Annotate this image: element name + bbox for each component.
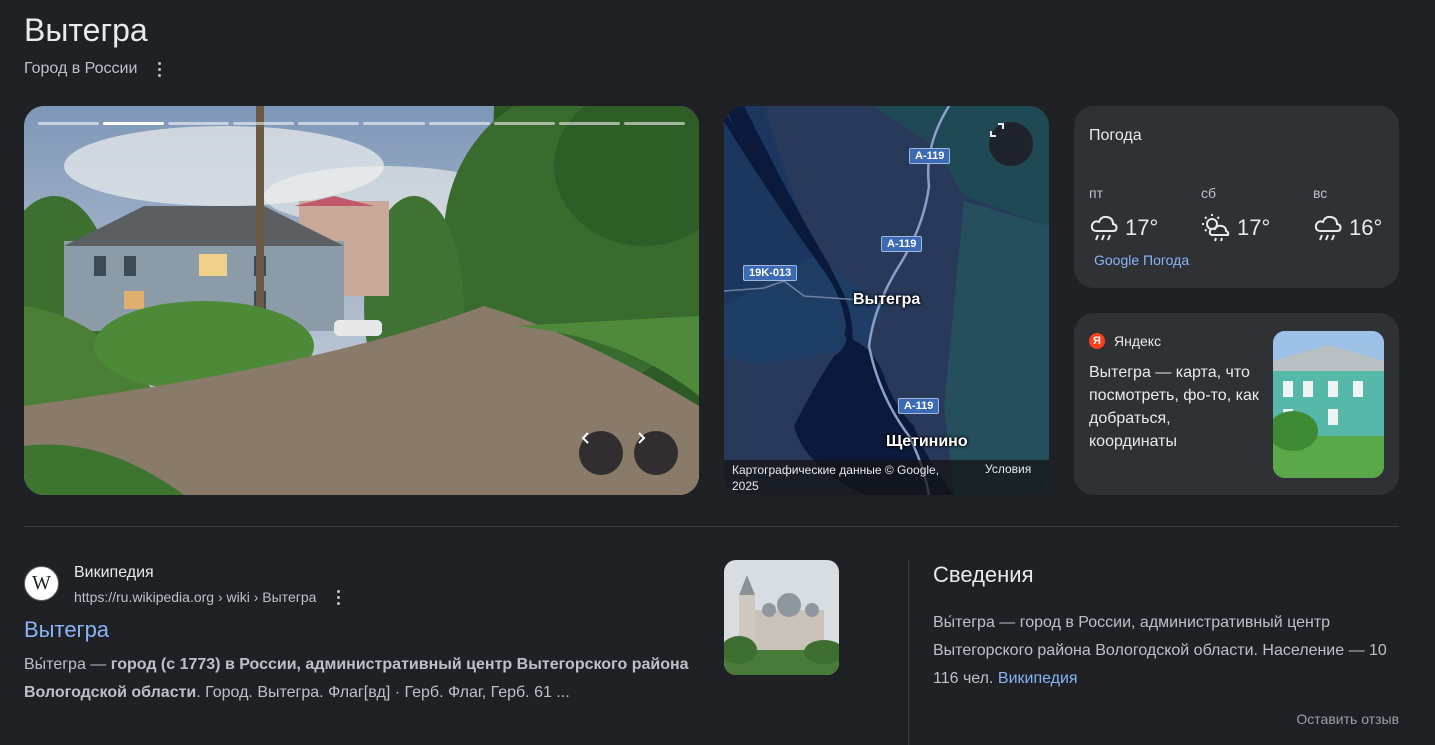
- rain-cloud-icon: [1090, 215, 1118, 241]
- slide-indicator: [493, 122, 555, 125]
- section-divider: [24, 526, 1399, 527]
- yandex-card[interactable]: Я Яндекс Вытегра — карта, что посмотреть…: [1074, 313, 1399, 495]
- slide-indicator: [38, 122, 100, 125]
- page-subtitle: Город в России: [24, 60, 167, 78]
- slide-indicator: [298, 122, 360, 125]
- house-image: [1273, 331, 1384, 478]
- slide-indicator: [168, 122, 230, 125]
- snippet-tail: . Город. Вытегра. Флаг[вд] · Герб. Флаг,…: [196, 684, 570, 701]
- next-photo-button[interactable]: [634, 431, 678, 475]
- yandex-headline[interactable]: Вытегра — карта, что посмотреть, фо-то, …: [1089, 361, 1259, 453]
- page-title: Вытегра: [24, 12, 148, 48]
- result-title-link[interactable]: Вытегра: [24, 617, 109, 643]
- feedback-link[interactable]: Оставить отзыв: [1296, 711, 1399, 727]
- road-badge: A-119: [898, 398, 940, 414]
- expand-icon: [990, 123, 1004, 137]
- road-badge: A-119: [909, 148, 951, 164]
- wikipedia-logo-icon: W: [24, 566, 59, 601]
- weather-day-name: сб: [1201, 185, 1217, 201]
- map-label-vytegra: Вытегра: [853, 291, 921, 308]
- weather-day: вс 16°: [1313, 185, 1413, 241]
- map-terms-link[interactable]: Условия: [985, 462, 1031, 476]
- column-divider: [908, 560, 909, 745]
- weather-day-name: вс: [1313, 185, 1328, 201]
- road-badge: A-119: [881, 236, 923, 252]
- weather-temp: 17°: [1125, 215, 1159, 240]
- yandex-name: Яндекс: [1114, 333, 1162, 349]
- weather-day-name: пт: [1089, 185, 1103, 201]
- sun-cloud-rain-icon: [1202, 214, 1230, 242]
- road-badge: 19K-013: [743, 265, 798, 281]
- result-thumbnail[interactable]: [724, 560, 839, 675]
- rain-cloud-icon: [1314, 215, 1342, 241]
- map-copyright: Картографические данные © Google, 2025: [732, 463, 940, 493]
- result-url: https://ru.wikipedia.org › wiki › Вытегр…: [74, 589, 346, 605]
- slide-indicator: [428, 122, 490, 125]
- result-snippet: Вы́тегра — город (с 1773) в России, адми…: [24, 651, 694, 707]
- previous-photo-button[interactable]: [579, 431, 623, 475]
- slide-indicator: [363, 122, 425, 125]
- info-source-link[interactable]: Википедия: [998, 670, 1078, 687]
- slide-indicator: [103, 122, 165, 125]
- weather-temp: 16°: [1349, 215, 1383, 240]
- yandex-thumbnail: [1273, 331, 1384, 478]
- info-description: Вы́тегра — город в России, административ…: [933, 609, 1399, 693]
- more-options-icon[interactable]: [151, 61, 167, 77]
- slide-indicator: [233, 122, 295, 125]
- chevron-left-icon: [581, 432, 589, 444]
- weather-day: сб 17°: [1201, 185, 1301, 242]
- more-options-icon[interactable]: [330, 589, 346, 605]
- weather-temp: 17°: [1237, 215, 1271, 240]
- weather-source-link[interactable]: Google Погода: [1094, 252, 1189, 268]
- map-label-shchetinino: Щетинино: [886, 433, 968, 450]
- chevron-right-icon: [638, 432, 646, 444]
- photo-carousel[interactable]: [24, 106, 699, 495]
- slide-indicator: [558, 122, 620, 125]
- snippet-lead: Вы́тегра —: [24, 656, 111, 673]
- slide-progress: [38, 122, 685, 125]
- map-card[interactable]: A-119 A-119 A-119 19K-013 Вытегра Щетини…: [724, 106, 1049, 495]
- weather-day: пт 17°: [1089, 185, 1189, 241]
- weather-card[interactable]: Погода пт 17° сб 17° вс 16° Google Погод…: [1074, 106, 1399, 288]
- expand-map-button[interactable]: [989, 122, 1033, 166]
- slide-indicator: [623, 122, 685, 125]
- weather-title: Погода: [1089, 127, 1142, 144]
- yandex-logo-icon: Я: [1089, 333, 1105, 349]
- church-image: [724, 560, 839, 675]
- result-url-text[interactable]: https://ru.wikipedia.org › wiki › Вытегр…: [74, 589, 316, 605]
- map-footer: Картографические данные © Google, 2025 У…: [724, 460, 1049, 495]
- info-title: Сведения: [933, 562, 1034, 587]
- subtitle-text: Город в России: [24, 60, 138, 77]
- result-site-name[interactable]: Википедия: [74, 564, 154, 582]
